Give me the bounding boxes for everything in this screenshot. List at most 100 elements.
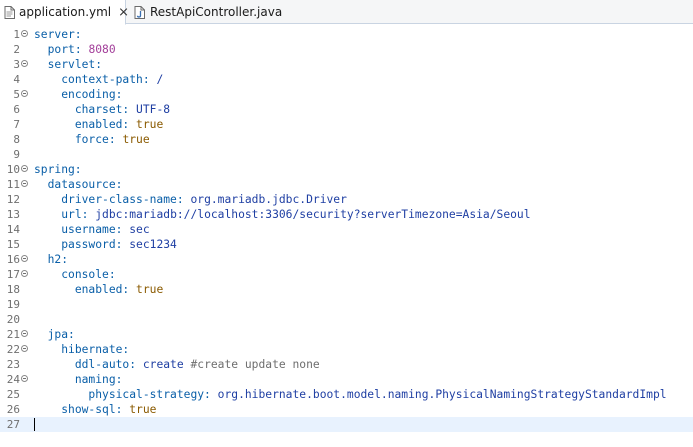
code-line[interactable]: 5 encoding:: [0, 87, 693, 102]
fold-toggle-icon[interactable]: [21, 270, 28, 277]
code-editor[interactable]: 1 server: 2 port: 8080 3 servlet: 4 context-…: [0, 25, 693, 447]
code-text: enabled: true: [34, 282, 163, 297]
yaml-value: true: [136, 118, 164, 131]
fold-toggle-icon[interactable]: [21, 345, 28, 352]
text-caret: [34, 418, 35, 431]
line-number: 1: [13, 28, 20, 41]
line-number: 22: [6, 343, 20, 356]
yaml-key: server:: [34, 28, 82, 41]
line-number: 13: [6, 208, 20, 221]
code-line[interactable]: 10 spring:: [0, 162, 693, 177]
line-number: 5: [13, 88, 20, 101]
yaml-key: hibernate:: [61, 343, 130, 356]
code-line[interactable]: 1 server:: [0, 27, 693, 42]
line-number: 2: [13, 43, 20, 56]
fold-toggle-icon[interactable]: [21, 330, 28, 337]
code-line[interactable]: 15 password: sec1234: [0, 237, 693, 252]
code-text: hibernate:: [34, 342, 129, 357]
yaml-key: console:: [61, 268, 116, 281]
line-number: 11: [6, 178, 20, 191]
code-line[interactable]: 12 driver-class-name: org.mariadb.jdbc.D…: [0, 192, 693, 207]
yaml-key: enabled:: [74, 118, 130, 131]
code-text: show-sql: true: [34, 402, 156, 417]
line-number: 16: [6, 253, 20, 266]
code-line[interactable]: 3 servlet:: [0, 57, 693, 72]
yaml-value: true: [122, 133, 150, 146]
fold-toggle-icon[interactable]: [21, 165, 28, 172]
tab-application-yml[interactable]: application.yml ⨯: [0, 0, 129, 25]
code-line[interactable]: 4 context-path: /: [0, 72, 693, 87]
tab-restapicontroller-java[interactable]: RestApiController.java: [128, 0, 288, 24]
yaml-key: jpa:: [47, 328, 75, 341]
code-line[interactable]: 19: [0, 297, 693, 312]
code-text: encoding:: [34, 87, 122, 102]
yaml-comment: #create update none: [190, 358, 320, 371]
yaml-value: true: [136, 283, 164, 296]
code-line[interactable]: 17 console:: [0, 267, 693, 282]
code-line[interactable]: 14 username: sec: [0, 222, 693, 237]
yaml-key: encoding:: [61, 88, 123, 101]
line-number: 12: [6, 193, 20, 206]
fold-toggle-icon[interactable]: [21, 90, 28, 97]
code-line[interactable]: 23 ddl-auto: create #create update none: [0, 357, 693, 372]
fold-toggle-icon[interactable]: [21, 60, 28, 67]
fold-toggle-icon[interactable]: [21, 375, 28, 382]
code-line[interactable]: 11 datasource:: [0, 177, 693, 192]
yaml-key: enabled:: [74, 283, 130, 296]
yaml-value: UTF-8: [136, 103, 171, 116]
code-line[interactable]: 27: [0, 417, 693, 432]
code-text: servlet:: [34, 57, 102, 72]
line-number: 7: [13, 118, 20, 131]
code-line[interactable]: 6 charset: UTF-8: [0, 102, 693, 117]
java-file-icon: [134, 5, 145, 19]
yaml-key: port:: [47, 43, 82, 56]
line-number: 6: [13, 103, 20, 116]
code-line[interactable]: 9: [0, 147, 693, 162]
yaml-file-icon: [4, 5, 15, 19]
line-number: 9: [13, 148, 20, 161]
yaml-key: username:: [61, 223, 123, 236]
yaml-value: sec: [129, 223, 150, 236]
code-line[interactable]: 7 enabled: true: [0, 117, 693, 132]
code-text: spring:: [34, 162, 82, 177]
code-line[interactable]: 18 enabled: true: [0, 282, 693, 297]
code-text: h2:: [34, 252, 68, 267]
code-text: port: 8080: [34, 42, 116, 57]
yaml-key: show-sql:: [61, 403, 123, 416]
code-line[interactable]: 22 hibernate:: [0, 342, 693, 357]
yaml-key: password:: [61, 238, 123, 251]
code-line[interactable]: 8 force: true: [0, 132, 693, 147]
yaml-key: ddl-auto:: [74, 358, 137, 371]
line-number: 25: [6, 388, 20, 401]
fold-toggle-icon[interactable]: [21, 30, 28, 37]
code-line[interactable]: 16 h2:: [0, 252, 693, 267]
code-text: driver-class-name: org.mariadb.jdbc.Driv…: [34, 192, 347, 207]
code-text: enabled: true: [34, 117, 163, 132]
editor-tab-bar: application.yml ⨯ RestApiController.java: [0, 0, 693, 25]
code-line[interactable]: 13 url: jdbc:mariadb://localhost:3306/se…: [0, 207, 693, 222]
line-number: 18: [6, 283, 20, 296]
line-number: 4: [13, 73, 20, 86]
fold-toggle-icon[interactable]: [21, 180, 28, 187]
yaml-value: jdbc:mariadb://localhost:3306/security?s…: [95, 208, 531, 221]
yaml-key: naming:: [74, 373, 123, 386]
code-text: datasource:: [34, 177, 123, 192]
code-line[interactable]: 21 jpa:: [0, 327, 693, 342]
code-line[interactable]: 20: [0, 312, 693, 327]
yaml-key: spring:: [34, 163, 82, 176]
code-line[interactable]: 26 show-sql: true: [0, 402, 693, 417]
fold-toggle-icon[interactable]: [21, 255, 28, 262]
code-text: force: true: [34, 132, 150, 147]
tab-label: application.yml: [19, 5, 112, 19]
line-number: 23: [6, 358, 20, 371]
code-line[interactable]: 25 physical-strategy: org.hibernate.boot…: [0, 387, 693, 402]
code-text: charset: UTF-8: [34, 102, 170, 117]
code-text: password: sec1234: [34, 237, 177, 252]
line-number: 14: [6, 223, 20, 236]
code-line[interactable]: 2 port: 8080: [0, 42, 693, 57]
line-number: 17: [6, 268, 20, 281]
yaml-key: driver-class-name:: [61, 193, 184, 206]
line-number: 8: [13, 133, 20, 146]
yaml-key: charset:: [74, 103, 130, 116]
code-line[interactable]: 24 naming:: [0, 372, 693, 387]
